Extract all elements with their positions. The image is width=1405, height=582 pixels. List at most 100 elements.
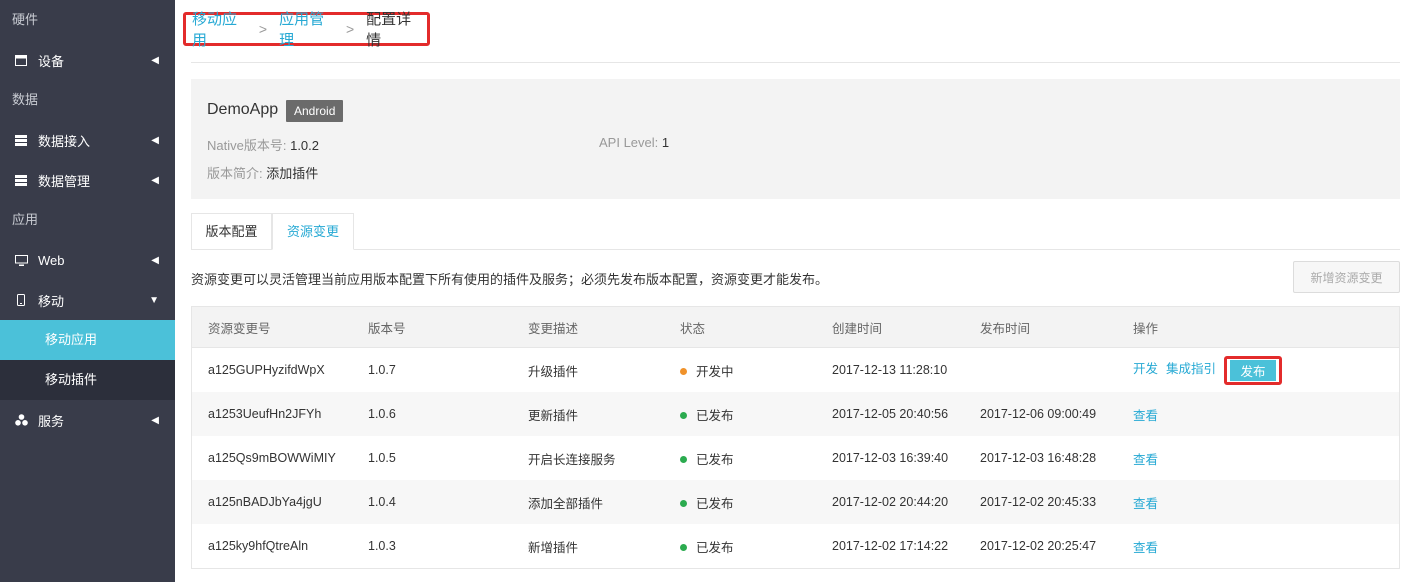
cell-status: 开发中 (664, 361, 816, 380)
view-link[interactable]: 查看 (1133, 453, 1158, 467)
platform-badge: Android (286, 100, 344, 122)
cell-id: a125GUPHyzifdWpX (208, 363, 325, 377)
cell-published: 2017-12-02 20:45:33 (980, 495, 1097, 509)
server-icon (14, 173, 28, 187)
api-level-label: API Level: (599, 135, 659, 150)
view-link[interactable]: 查看 (1133, 541, 1158, 555)
version-desc-value: 添加插件 (266, 166, 319, 181)
sidebar-item-label: 移动 (38, 293, 65, 309)
caret-left-icon: ◀ (151, 134, 159, 146)
cell-id: a125Qs9mBOWWiMIY (208, 451, 336, 465)
view-link[interactable]: 查看 (1133, 409, 1158, 423)
breadcrumb-link-app-manage[interactable]: 应用管理 (279, 8, 334, 50)
status-dot-icon (680, 367, 687, 375)
cell-desc: 更新插件 (528, 408, 579, 423)
new-resource-change-button[interactable]: 新增资源变更 (1293, 261, 1400, 293)
integration-guide-link[interactable]: 集成指引 (1166, 362, 1216, 376)
phone-icon (14, 293, 28, 307)
column-header: 创建时间 (832, 321, 883, 336)
caret-left-icon: ◀ (151, 54, 159, 66)
cell-actions: 查看 (1117, 449, 1399, 468)
cell-status: 已发布 (664, 449, 816, 468)
version-desc-label: 版本简介: (207, 166, 263, 181)
publish-highlight: 发布 (1224, 355, 1283, 385)
cell-created: 2017-12-03 16:39:40 (832, 451, 949, 465)
table-row: a125ky9hfQtreAln 1.0.3 新增插件 已发布 2017-12-… (192, 524, 1399, 568)
server-icon (14, 133, 28, 147)
caret-down-icon: ▼ (149, 294, 159, 306)
cell-status: 已发布 (664, 493, 816, 512)
sidebar-item-label: 设备 (38, 53, 65, 69)
cell-published: 2017-12-02 20:25:47 (980, 539, 1097, 553)
cell-desc: 升级插件 (528, 364, 579, 379)
native-version-row: Native版本号: 1.0.2 (207, 135, 319, 154)
table-row: a125nBADJbYa4jgU 1.0.4 添加全部插件 已发布 2017-1… (192, 480, 1399, 524)
tab-version-config[interactable]: 版本配置 (191, 213, 272, 249)
native-version-label: Native版本号: (207, 138, 287, 153)
status-text: 已发布 (696, 452, 734, 467)
column-header: 操作 (1133, 321, 1159, 336)
table-header: 资源变更号 版本号 变更描述 状态 创建时间 发布时间 操作 (192, 307, 1399, 348)
version-desc-row: 版本简介: 添加插件 (207, 163, 318, 182)
breadcrumb-link-mobile-app[interactable]: 移动应用 (192, 8, 247, 50)
sidebar-item-label: 数据管理 (38, 173, 91, 189)
cell-created: 2017-12-02 17:14:22 (832, 539, 949, 553)
sidebar-item-data-manage[interactable]: 数据管理 ◀ (0, 160, 175, 200)
develop-link[interactable]: 开发 (1133, 362, 1158, 376)
cell-published: 2017-12-03 16:48:28 (980, 451, 1097, 465)
sidebar-subitem-mobile-app[interactable]: 移动应用 (0, 320, 175, 360)
status-dot-icon (680, 543, 687, 551)
column-header: 发布时间 (980, 321, 1031, 336)
cell-id: a125ky9hfQtreAln (208, 539, 309, 553)
app-name: DemoApp (207, 101, 279, 118)
sidebar-item-label: 服务 (38, 413, 65, 429)
status-dot-icon (680, 411, 687, 419)
sidebar-item-data-ingest[interactable]: 数据接入 ◀ (0, 120, 175, 160)
sidebar-item-service[interactable]: 服务 ◀ (0, 400, 175, 440)
cell-version: 1.0.5 (368, 451, 396, 465)
status-text: 开发中 (696, 364, 734, 379)
column-header: 状态 (680, 321, 706, 336)
sidebar-item-label: 数据接入 (38, 133, 91, 149)
native-version-value: 1.0.2 (290, 138, 320, 153)
sidebar-item-mobile[interactable]: 移动 ▼ (0, 280, 175, 320)
cubes-icon (14, 413, 28, 427)
breadcrumb-separator-icon: > (345, 21, 355, 37)
cell-created: 2017-12-13 11:28:10 (832, 363, 948, 377)
column-header: 资源变更号 (208, 321, 271, 336)
publish-button[interactable]: 发布 (1230, 359, 1277, 381)
tab-resource-change[interactable]: 资源变更 (272, 213, 354, 250)
view-link[interactable]: 查看 (1133, 497, 1158, 511)
sidebar-group-hardware: 硬件 (12, 12, 39, 27)
sidebar-item-web[interactable]: Web ◀ (0, 240, 175, 280)
breadcrumb-separator-icon: > (258, 21, 268, 37)
sidebar-item-device[interactable]: 设备 ◀ (0, 40, 175, 80)
status-text: 已发布 (696, 408, 734, 423)
resource-change-table: 资源变更号 版本号 变更描述 状态 创建时间 发布时间 操作 a125GUPHy… (191, 306, 1400, 569)
tab-bar: 版本配置 资源变更 (191, 213, 1400, 250)
status-text: 已发布 (696, 496, 734, 511)
caret-left-icon: ◀ (151, 174, 159, 186)
monitor-icon (14, 253, 28, 267)
sidebar-group-data: 数据 (12, 92, 39, 107)
cell-actions: 查看 (1117, 493, 1399, 512)
cell-desc: 新增插件 (528, 540, 579, 555)
caret-left-icon: ◀ (151, 254, 159, 266)
cell-version: 1.0.7 (368, 363, 396, 377)
api-level-row: API Level: 1 (599, 135, 669, 150)
cell-version: 1.0.4 (368, 495, 396, 509)
cell-status: 已发布 (664, 405, 816, 424)
cell-published: 2017-12-06 09:00:49 (980, 407, 1097, 421)
cell-version: 1.0.6 (368, 407, 396, 421)
cell-created: 2017-12-02 20:44:20 (832, 495, 949, 509)
cell-desc: 添加全部插件 (528, 496, 604, 511)
cell-id: a1253UeufHn2JFYh (208, 407, 322, 421)
status-dot-icon (680, 499, 687, 507)
status-text: 已发布 (696, 540, 734, 555)
cell-desc: 开启长连接服务 (528, 452, 616, 467)
caret-left-icon: ◀ (151, 414, 159, 426)
app-info-panel: DemoApp Android Native版本号: 1.0.2 API Lev… (191, 79, 1400, 199)
sidebar-subitem-mobile-plugin[interactable]: 移动插件 (0, 360, 175, 400)
breadcrumb: 移动应用 > 应用管理 > 配置详情 (183, 11, 430, 49)
divider (191, 62, 1400, 63)
